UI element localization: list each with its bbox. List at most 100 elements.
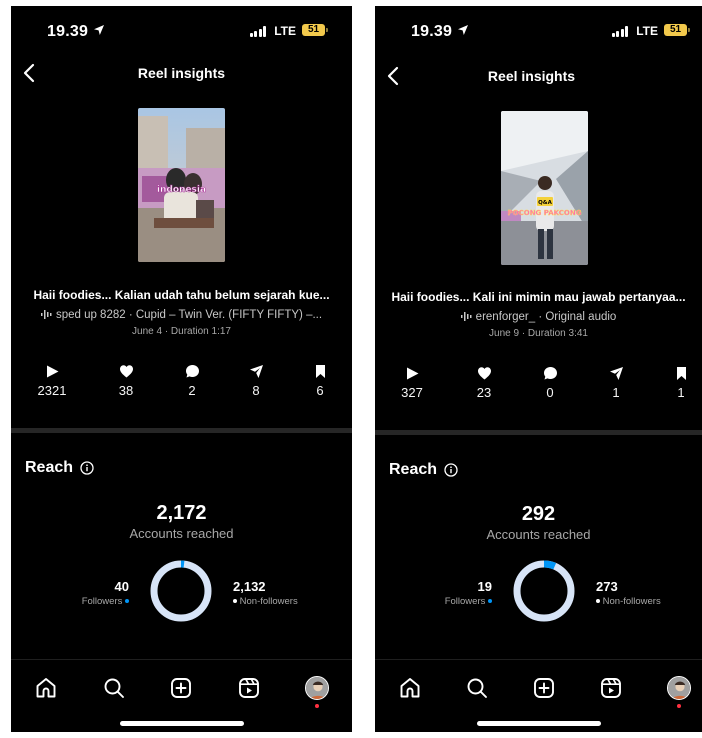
tab-home[interactable]	[34, 676, 58, 700]
comment-icon	[185, 365, 199, 378]
non-followers-count: 273 Non-followers	[596, 579, 661, 607]
tab-home[interactable]	[398, 676, 422, 700]
tab-profile[interactable]	[305, 676, 329, 708]
reel-caption[interactable]: Haii foodies... Kalian udah tahu belum s…	[11, 288, 352, 302]
stat-likes-value: 23	[476, 385, 492, 400]
tab-reels[interactable]	[599, 676, 623, 700]
reel-thumbnail[interactable]: indonesia	[138, 108, 225, 262]
location-arrow-icon	[458, 25, 468, 35]
reach-title: Reach	[389, 461, 438, 478]
reel-thumbnail[interactable]: Q&A POCONG PAKCONG	[501, 111, 588, 265]
reel-audio-text: sped up 8282 · Cupid – Twin Ver. (FIFTY …	[55, 309, 323, 321]
create-plus-icon	[534, 678, 554, 698]
stat-plays-value: 327	[401, 385, 423, 400]
tab-create[interactable]	[169, 676, 193, 700]
heart-icon	[477, 367, 491, 380]
stat-saves: 6	[295, 364, 345, 398]
stat-plays-value: 2321	[37, 383, 67, 398]
stat-shares-value: 1	[612, 385, 620, 400]
thumbnail-badge: Q&A	[538, 200, 552, 206]
profile-avatar-icon	[305, 676, 329, 700]
followers-value: 19	[477, 579, 492, 594]
home-indicator[interactable]	[476, 721, 601, 726]
page-header: Reel insights	[11, 56, 352, 90]
battery-icon: 51	[664, 24, 690, 36]
home-indicator[interactable]	[119, 721, 244, 726]
stat-shares: 8	[231, 364, 281, 398]
stat-likes: 38	[101, 364, 151, 398]
non-followers-label: Non-followers	[239, 596, 298, 607]
network-type: LTE	[636, 24, 658, 38]
reels-icon	[601, 678, 621, 698]
non-followers-label: Non-followers	[602, 596, 661, 607]
bottom-tab-bar	[11, 670, 352, 710]
page-title: Reel insights	[487, 68, 576, 84]
section-divider	[11, 428, 352, 433]
reach-donut-chart	[513, 560, 575, 622]
non-followers-legend-dot	[596, 599, 600, 604]
tab-search[interactable]	[102, 676, 126, 700]
battery-icon: 51	[302, 24, 328, 36]
non-followers-label-row: Non-followers	[596, 596, 661, 607]
followers-label: Followers	[81, 596, 123, 607]
play-icon	[46, 365, 58, 378]
followers-label-row: Followers	[82, 596, 129, 607]
reel-meta: June 4 · Duration 1:17	[132, 326, 231, 337]
search-icon	[467, 678, 487, 698]
stat-shares: 1	[591, 366, 641, 400]
phone-screen-left: 19.39 LTE 51 Reel insights indonesia Hai…	[11, 6, 352, 732]
stat-comments-value: 0	[546, 385, 554, 400]
status-bar: 19.39 LTE 51	[11, 6, 352, 56]
profile-avatar-icon	[667, 676, 691, 700]
accounts-reached-label: Accounts reached	[129, 526, 234, 541]
reel-thumbnail-image: Q&A POCONG PAKCONG	[501, 111, 588, 265]
tab-search[interactable]	[465, 676, 489, 700]
network-type: LTE	[274, 24, 296, 38]
tab-create[interactable]	[532, 676, 556, 700]
home-icon	[400, 678, 420, 698]
audio-wave-icon	[40, 310, 52, 320]
info-icon[interactable]	[80, 461, 94, 475]
donut-ring-non-followers	[513, 560, 575, 622]
followers-label: Followers	[444, 596, 486, 607]
home-icon	[36, 678, 56, 698]
reel-stats: 327 23 0 1 1	[375, 366, 702, 406]
reach-donut-chart	[150, 560, 212, 622]
bottom-tab-bar	[375, 670, 702, 710]
reel-audio[interactable]: erenforger_ · Original audio	[375, 311, 702, 323]
reel-caption[interactable]: Haii foodies... Kali ini mimin mau jawab…	[375, 290, 702, 304]
signal-bars-icon	[249, 26, 266, 37]
tab-profile[interactable]	[667, 676, 691, 708]
thumbnail-text: POCONG PAKCONG	[508, 209, 582, 217]
reach-heading: Reach	[25, 459, 94, 477]
stat-saves: 1	[656, 366, 702, 400]
non-followers-value: 2,132	[233, 579, 266, 594]
bookmark-icon	[315, 365, 325, 378]
donut-ring-non-followers	[150, 560, 212, 622]
share-icon	[249, 365, 263, 378]
reach-title: Reach	[25, 459, 74, 476]
reel-thumbnail-image: indonesia	[138, 108, 225, 262]
notification-dot	[677, 704, 681, 708]
non-followers-count: 2,132 Non-followers	[233, 579, 298, 607]
followers-value: 40	[114, 579, 129, 594]
reel-stats: 2321 38 2 8 6	[11, 364, 352, 404]
info-icon[interactable]	[444, 463, 458, 477]
page-title: Reel insights	[137, 65, 226, 81]
reach-heading: Reach	[389, 461, 458, 479]
stat-comments: 2	[167, 364, 217, 398]
heart-icon	[119, 365, 133, 378]
stat-shares-value: 8	[252, 383, 260, 398]
reel-audio[interactable]: sped up 8282 · Cupid – Twin Ver. (FIFTY …	[11, 309, 352, 321]
status-time: 19.39	[411, 23, 453, 40]
tabbar-divider	[11, 659, 352, 660]
stat-comments: 0	[525, 366, 575, 400]
non-followers-legend-dot	[233, 599, 237, 604]
phone-screen-right: 19.39 LTE 51 Reel insights Q&A POCONG PA…	[375, 6, 702, 732]
stat-saves-value: 6	[316, 383, 324, 398]
stat-saves-value: 1	[677, 385, 685, 400]
status-bar: 19.39 LTE 51	[375, 6, 702, 56]
create-plus-icon	[171, 678, 191, 698]
tab-reels[interactable]	[237, 676, 261, 700]
comment-icon	[543, 367, 557, 380]
